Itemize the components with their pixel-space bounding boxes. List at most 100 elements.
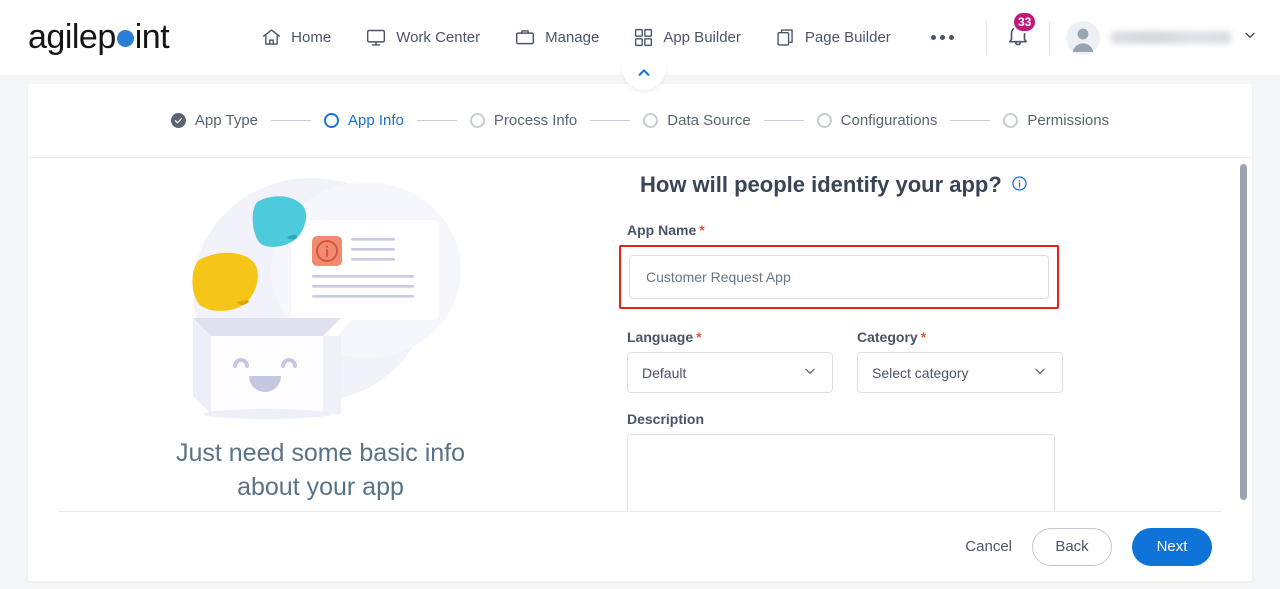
nav-item-work-center-label: Work Center [396, 29, 481, 46]
step-connector [416, 120, 457, 121]
bell-icon [1005, 26, 1031, 52]
field-app-name: App Name * [619, 222, 1252, 309]
avatar [1066, 20, 1100, 55]
step-pending-icon [1003, 113, 1019, 128]
form-fields: App Name* Language* De [619, 222, 1252, 511]
nav-item-manage[interactable]: Manage [514, 27, 599, 48]
chevron-down-icon [1032, 363, 1048, 382]
chevron-up-icon [635, 64, 653, 87]
language-select[interactable]: Default [627, 352, 833, 393]
required-marker: * [699, 222, 705, 238]
illustration-pane: Just need some basic info about your app [28, 158, 613, 511]
required-marker: * [920, 329, 927, 345]
step-permissions[interactable]: Permissions [1003, 112, 1109, 129]
home-icon [261, 27, 282, 48]
nav-item-app-builder-label: App Builder [663, 29, 741, 46]
category-label: Category * [857, 329, 1063, 345]
step-app-type[interactable]: App Type [170, 112, 259, 129]
step-process-info-label: Process Info [493, 112, 578, 129]
content-scrollbar[interactable] [1238, 158, 1248, 511]
step-connector [590, 120, 631, 121]
nav-item-app-builder[interactable]: App Builder [633, 27, 741, 48]
field-language: Language * Default [627, 329, 833, 393]
step-app-info-label: App Info [348, 112, 404, 129]
step-configurations[interactable]: Configurations [816, 112, 938, 129]
nav-item-page-builder[interactable]: Page Builder [775, 27, 891, 48]
step-pending-icon [469, 113, 485, 128]
illustration-svg [191, 178, 461, 419]
logo-dot-icon [116, 30, 134, 47]
language-label-text: Language [627, 329, 694, 345]
field-category: Category * Select category [857, 329, 1063, 393]
more-dot-icon [930, 35, 936, 40]
step-current-icon [324, 113, 340, 128]
description-label: Description [627, 411, 705, 427]
language-label: Language * [627, 329, 833, 345]
scrollbar-thumb[interactable] [1240, 164, 1247, 500]
wizard-stepper: App Type App Info Process Info Data Sour… [28, 84, 1252, 158]
step-permissions-label: Permissions [1027, 112, 1110, 129]
nav-item-page-builder-label: Page Builder [804, 29, 891, 46]
step-connector [950, 120, 991, 121]
step-app-info[interactable]: App Info [324, 112, 404, 129]
category-select[interactable]: Select category [857, 352, 1063, 393]
cancel-button[interactable]: Cancel [965, 538, 1012, 555]
field-description: Description [627, 411, 1252, 511]
info-icon[interactable] [1011, 172, 1028, 198]
divider [986, 20, 987, 55]
copy-icon [775, 27, 796, 48]
top-navigation-bar: agilep int Home Work Center Manage App B… [0, 0, 1280, 90]
back-button[interactable]: Back [1032, 527, 1112, 566]
page-title-text: How will people identify your app? [640, 172, 1002, 197]
nav-item-work-center[interactable]: Work Center [365, 27, 480, 48]
wizard-content: Just need some basic info about your app… [28, 158, 1252, 511]
app-name-highlight [619, 245, 1059, 309]
divider [1049, 20, 1050, 55]
nav-item-home-label: Home [291, 29, 332, 46]
monitor-icon [365, 27, 387, 48]
chevron-down-icon [802, 363, 818, 382]
step-data-source[interactable]: Data Source [643, 112, 751, 129]
next-button[interactable]: Next [1132, 527, 1212, 566]
language-category-row: Language * Default Category * Select cat… [627, 329, 1252, 393]
user-menu[interactable] [1066, 20, 1258, 55]
required-marker: * [696, 329, 702, 345]
step-pending-icon [643, 113, 659, 128]
step-pending-icon [816, 113, 832, 128]
step-configurations-label: Configurations [840, 112, 938, 129]
illustration-caption: Just need some basic info about your app [175, 439, 466, 501]
app-info-illustration [161, 170, 481, 420]
description-textarea[interactable] [627, 434, 1055, 511]
briefcase-icon [514, 27, 536, 48]
logo-text-left: agilep [28, 18, 116, 56]
step-connector [763, 120, 804, 121]
agilepoint-logo[interactable]: agilep int [28, 18, 170, 57]
more-dot-icon [939, 35, 945, 40]
form-pane: How will people identify your app? App N… [613, 158, 1252, 511]
grid-icon [633, 27, 654, 48]
main-nav: Home Work Center Manage App Builder Page… [261, 27, 960, 48]
app-name-label: App Name * [627, 222, 1252, 238]
step-data-source-label: Data Source [667, 112, 751, 129]
page-title: How will people identify your app? [640, 172, 1252, 198]
top-right-controls: 33 [970, 0, 1280, 75]
app-name-input[interactable] [629, 255, 1049, 299]
notification-count-badge: 33 [1012, 11, 1038, 33]
more-dot-icon [948, 35, 954, 40]
language-select-value: Default [642, 364, 687, 381]
app-info-wizard-card: App Type App Info Process Info Data Sour… [28, 84, 1252, 581]
nav-item-manage-label: Manage [545, 29, 600, 46]
app-name-label-text: App Name [627, 222, 697, 238]
category-label-text: Category [857, 329, 918, 345]
step-complete-icon [170, 113, 186, 128]
logo-text-right: int [134, 18, 170, 56]
nav-more-menu-button[interactable] [925, 35, 960, 40]
step-app-type-label: App Type [194, 112, 259, 129]
category-select-value: Select category [872, 364, 969, 381]
wizard-footer: Cancel Back Next [58, 511, 1222, 581]
page-body: App Type App Info Process Info Data Sour… [0, 76, 1280, 589]
notifications-button[interactable]: 33 [1003, 11, 1038, 55]
nav-item-home[interactable]: Home [261, 27, 331, 48]
step-process-info[interactable]: Process Info [469, 112, 578, 129]
user-name-label [1111, 31, 1231, 44]
